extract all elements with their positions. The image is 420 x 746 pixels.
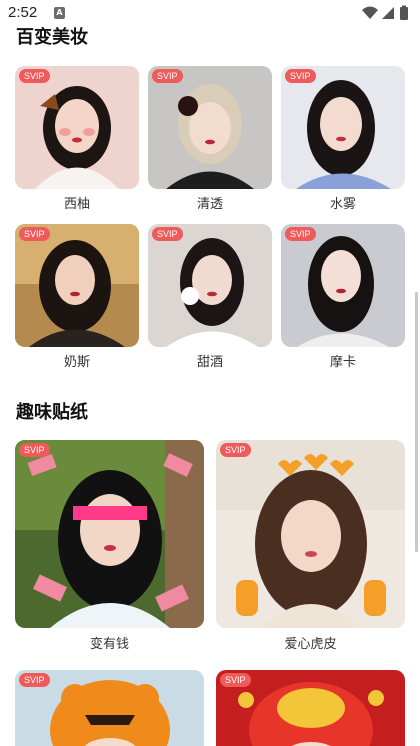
svip-badge: SVIP [220, 443, 251, 457]
portrait-image [15, 224, 139, 347]
makeup-card-naisi[interactable]: SVIP [15, 224, 139, 347]
notification-app-icon: A [54, 7, 65, 19]
portrait-image [281, 224, 405, 347]
status-time: 2:52 [8, 4, 38, 21]
makeup-label: 摩卡 [329, 355, 356, 370]
sticker-card-rich[interactable]: SVIP [15, 440, 204, 628]
makeup-label: 奶斯 [63, 355, 90, 370]
sticker-image [15, 440, 204, 628]
makeup-label: 西柚 [63, 197, 90, 212]
sticker-card-heart-tiger[interactable]: SVIP [216, 440, 405, 628]
signal-icon [382, 7, 394, 19]
svip-badge: SVIP [152, 227, 183, 241]
makeup-label: 清透 [196, 197, 223, 212]
sticker-card-lion-hat[interactable]: SVIP [216, 670, 405, 746]
sticker-card-tiger-hat[interactable]: SVIP [15, 670, 204, 746]
svip-badge: SVIP [19, 69, 50, 83]
portrait-image [15, 66, 139, 189]
section-title-stickers: 趣味贴纸 [16, 402, 88, 423]
svip-badge: SVIP [285, 227, 316, 241]
sticker-label: 变有钱 [89, 637, 129, 652]
svip-badge: SVIP [152, 69, 183, 83]
wifi-icon [362, 6, 378, 19]
makeup-card-xiyou[interactable]: SVIP [15, 66, 139, 189]
sticker-image [216, 440, 405, 628]
makeup-card-shuiwu[interactable]: SVIP [281, 66, 405, 189]
battery-icon [400, 7, 408, 20]
svip-badge: SVIP [220, 673, 251, 687]
svip-badge: SVIP [19, 443, 50, 457]
makeup-label: 水雾 [329, 197, 356, 212]
portrait-image [281, 66, 405, 189]
svip-badge: SVIP [19, 673, 50, 687]
scrollbar[interactable] [415, 292, 418, 552]
section-title-makeup: 百变美妆 [16, 27, 88, 48]
sticker-label: 爱心虎皮 [284, 637, 337, 652]
makeup-card-moka[interactable]: SVIP [281, 224, 405, 347]
svip-badge: SVIP [285, 69, 316, 83]
svip-badge: SVIP [19, 227, 50, 241]
makeup-label: 甜酒 [196, 355, 223, 370]
makeup-card-qingtou[interactable]: SVIP [148, 66, 272, 189]
portrait-image [148, 224, 272, 347]
makeup-card-tianjiu[interactable]: SVIP [148, 224, 272, 347]
portrait-image [148, 66, 272, 189]
status-icons [362, 5, 408, 20]
